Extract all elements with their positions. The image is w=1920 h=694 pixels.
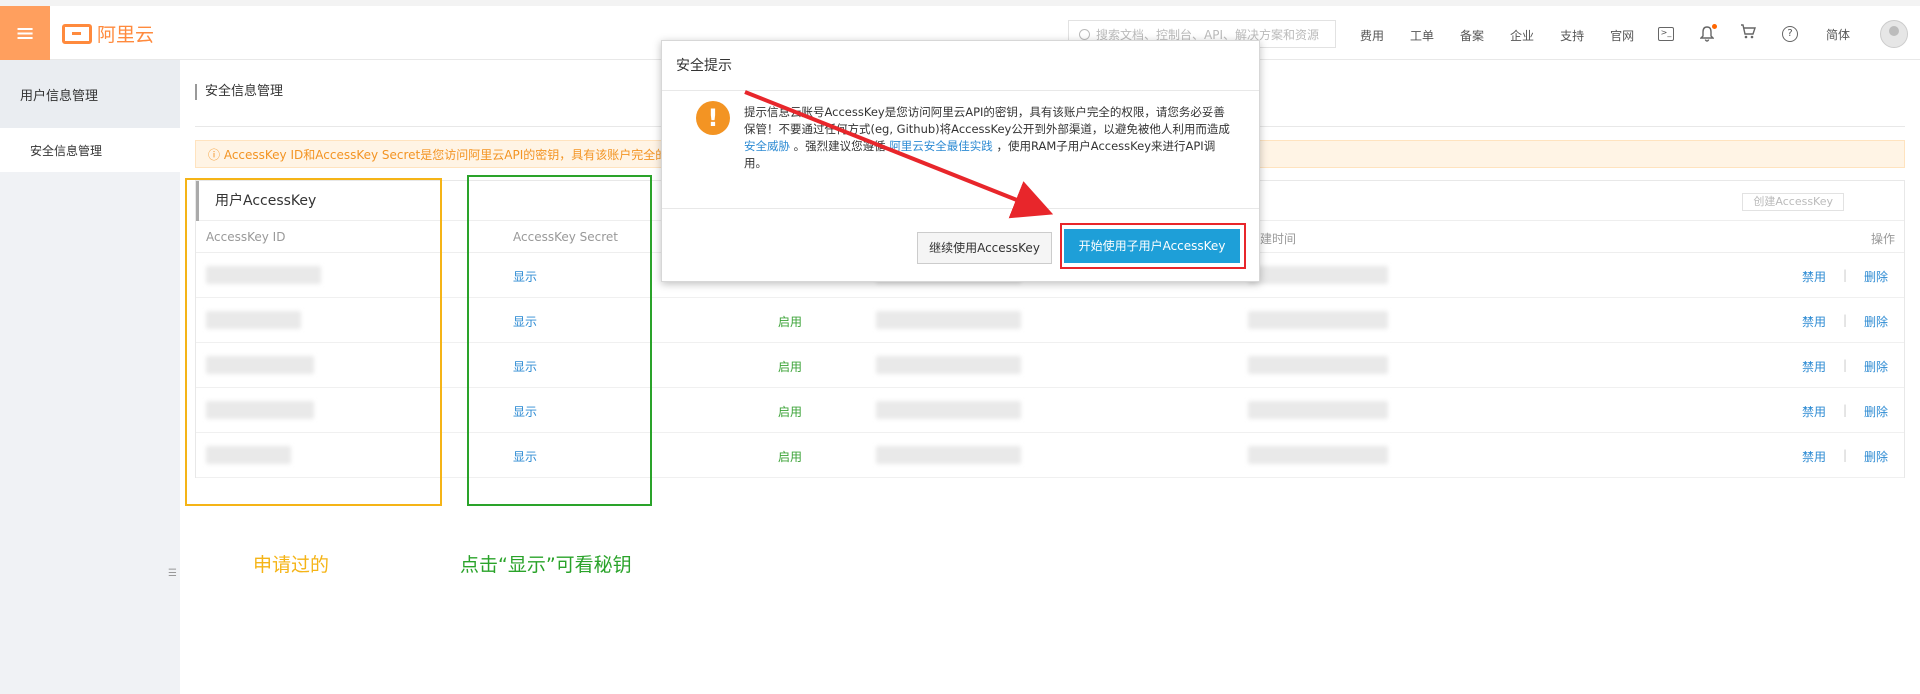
annotation-arrow <box>744 90 1054 219</box>
